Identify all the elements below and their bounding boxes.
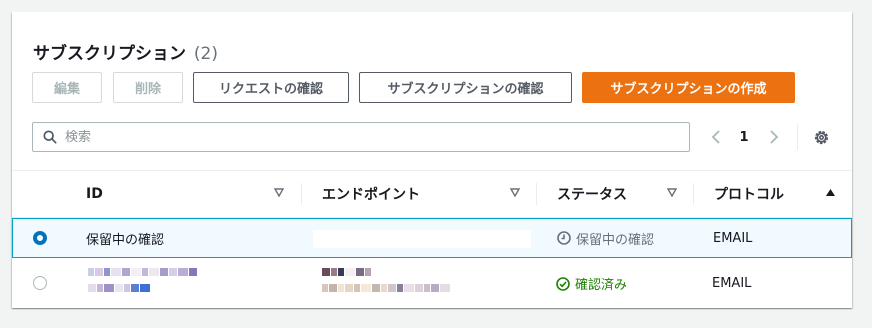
- redacted-id: [88, 268, 268, 294]
- cell-protocol: EMAIL: [712, 276, 752, 291]
- sort-icon: [510, 188, 520, 197]
- cell-id: 保留中の確認: [86, 232, 165, 248]
- clock-icon: [557, 231, 571, 245]
- sort-icon: [667, 188, 677, 197]
- previous-page-button[interactable]: [704, 124, 728, 150]
- create-subscription-button[interactable]: サブスクリプションの作成: [582, 72, 795, 103]
- request-confirmation-button[interactable]: リクエストの確認: [193, 72, 349, 103]
- column-header-status[interactable]: ステータス: [537, 171, 693, 217]
- panel-title-text: サブスクリプション: [33, 44, 186, 64]
- column-header-label: プロトコル: [714, 187, 784, 203]
- status-confirmed: 確認済み: [556, 259, 627, 308]
- row-radio[interactable]: [33, 276, 47, 290]
- cell-protocol: EMAIL: [713, 230, 753, 246]
- status-text: 確認済み: [575, 278, 628, 293]
- status-text: 保留中の確認: [576, 232, 655, 248]
- toolbar-divider: [797, 124, 798, 150]
- redacted-endpoint: [322, 268, 527, 294]
- check-circle-icon: [556, 276, 570, 291]
- table-header: ID エンドポイント ステータス プロトコル: [12, 170, 852, 218]
- edit-button[interactable]: 編集: [32, 72, 102, 103]
- redacted-endpoint: [313, 230, 531, 248]
- column-header-endpoint[interactable]: エンドポイント: [302, 171, 536, 217]
- column-header-label: ID: [86, 186, 103, 202]
- settings-button[interactable]: [809, 124, 833, 150]
- delete-button[interactable]: 削除: [113, 72, 183, 103]
- status-pending: 保留中の確認: [557, 219, 654, 257]
- gear-icon: [814, 130, 828, 144]
- panel-title: サブスクリプション (2): [33, 39, 218, 64]
- sort-ascending-icon: [826, 189, 835, 196]
- column-header-id[interactable]: ID: [66, 171, 300, 217]
- current-page-button[interactable]: 1: [732, 124, 756, 150]
- search-icon: [43, 130, 57, 144]
- subscriptions-panel: サブスクリプション (2) 編集 削除 リクエストの確認 サブスクリプションの確…: [12, 12, 852, 308]
- confirm-subscription-button[interactable]: サブスクリプションの確認: [359, 72, 572, 103]
- row-radio-selected[interactable]: [33, 231, 47, 245]
- search-input[interactable]: [65, 129, 665, 145]
- column-header-label: ステータス: [557, 187, 627, 203]
- search-box[interactable]: [32, 122, 690, 152]
- column-header-label: エンドポイント: [322, 187, 420, 203]
- sort-icon: [274, 188, 284, 197]
- subscription-count: (2): [193, 44, 219, 64]
- next-page-button[interactable]: [762, 124, 786, 150]
- chevron-right-icon: [770, 130, 779, 144]
- chevron-left-icon: [711, 130, 720, 144]
- table-row[interactable]: 確認済み EMAIL: [12, 259, 852, 308]
- column-header-protocol[interactable]: プロトコル: [694, 171, 852, 217]
- table-row[interactable]: 保留中の確認 保留中の確認 EMAIL: [12, 218, 852, 258]
